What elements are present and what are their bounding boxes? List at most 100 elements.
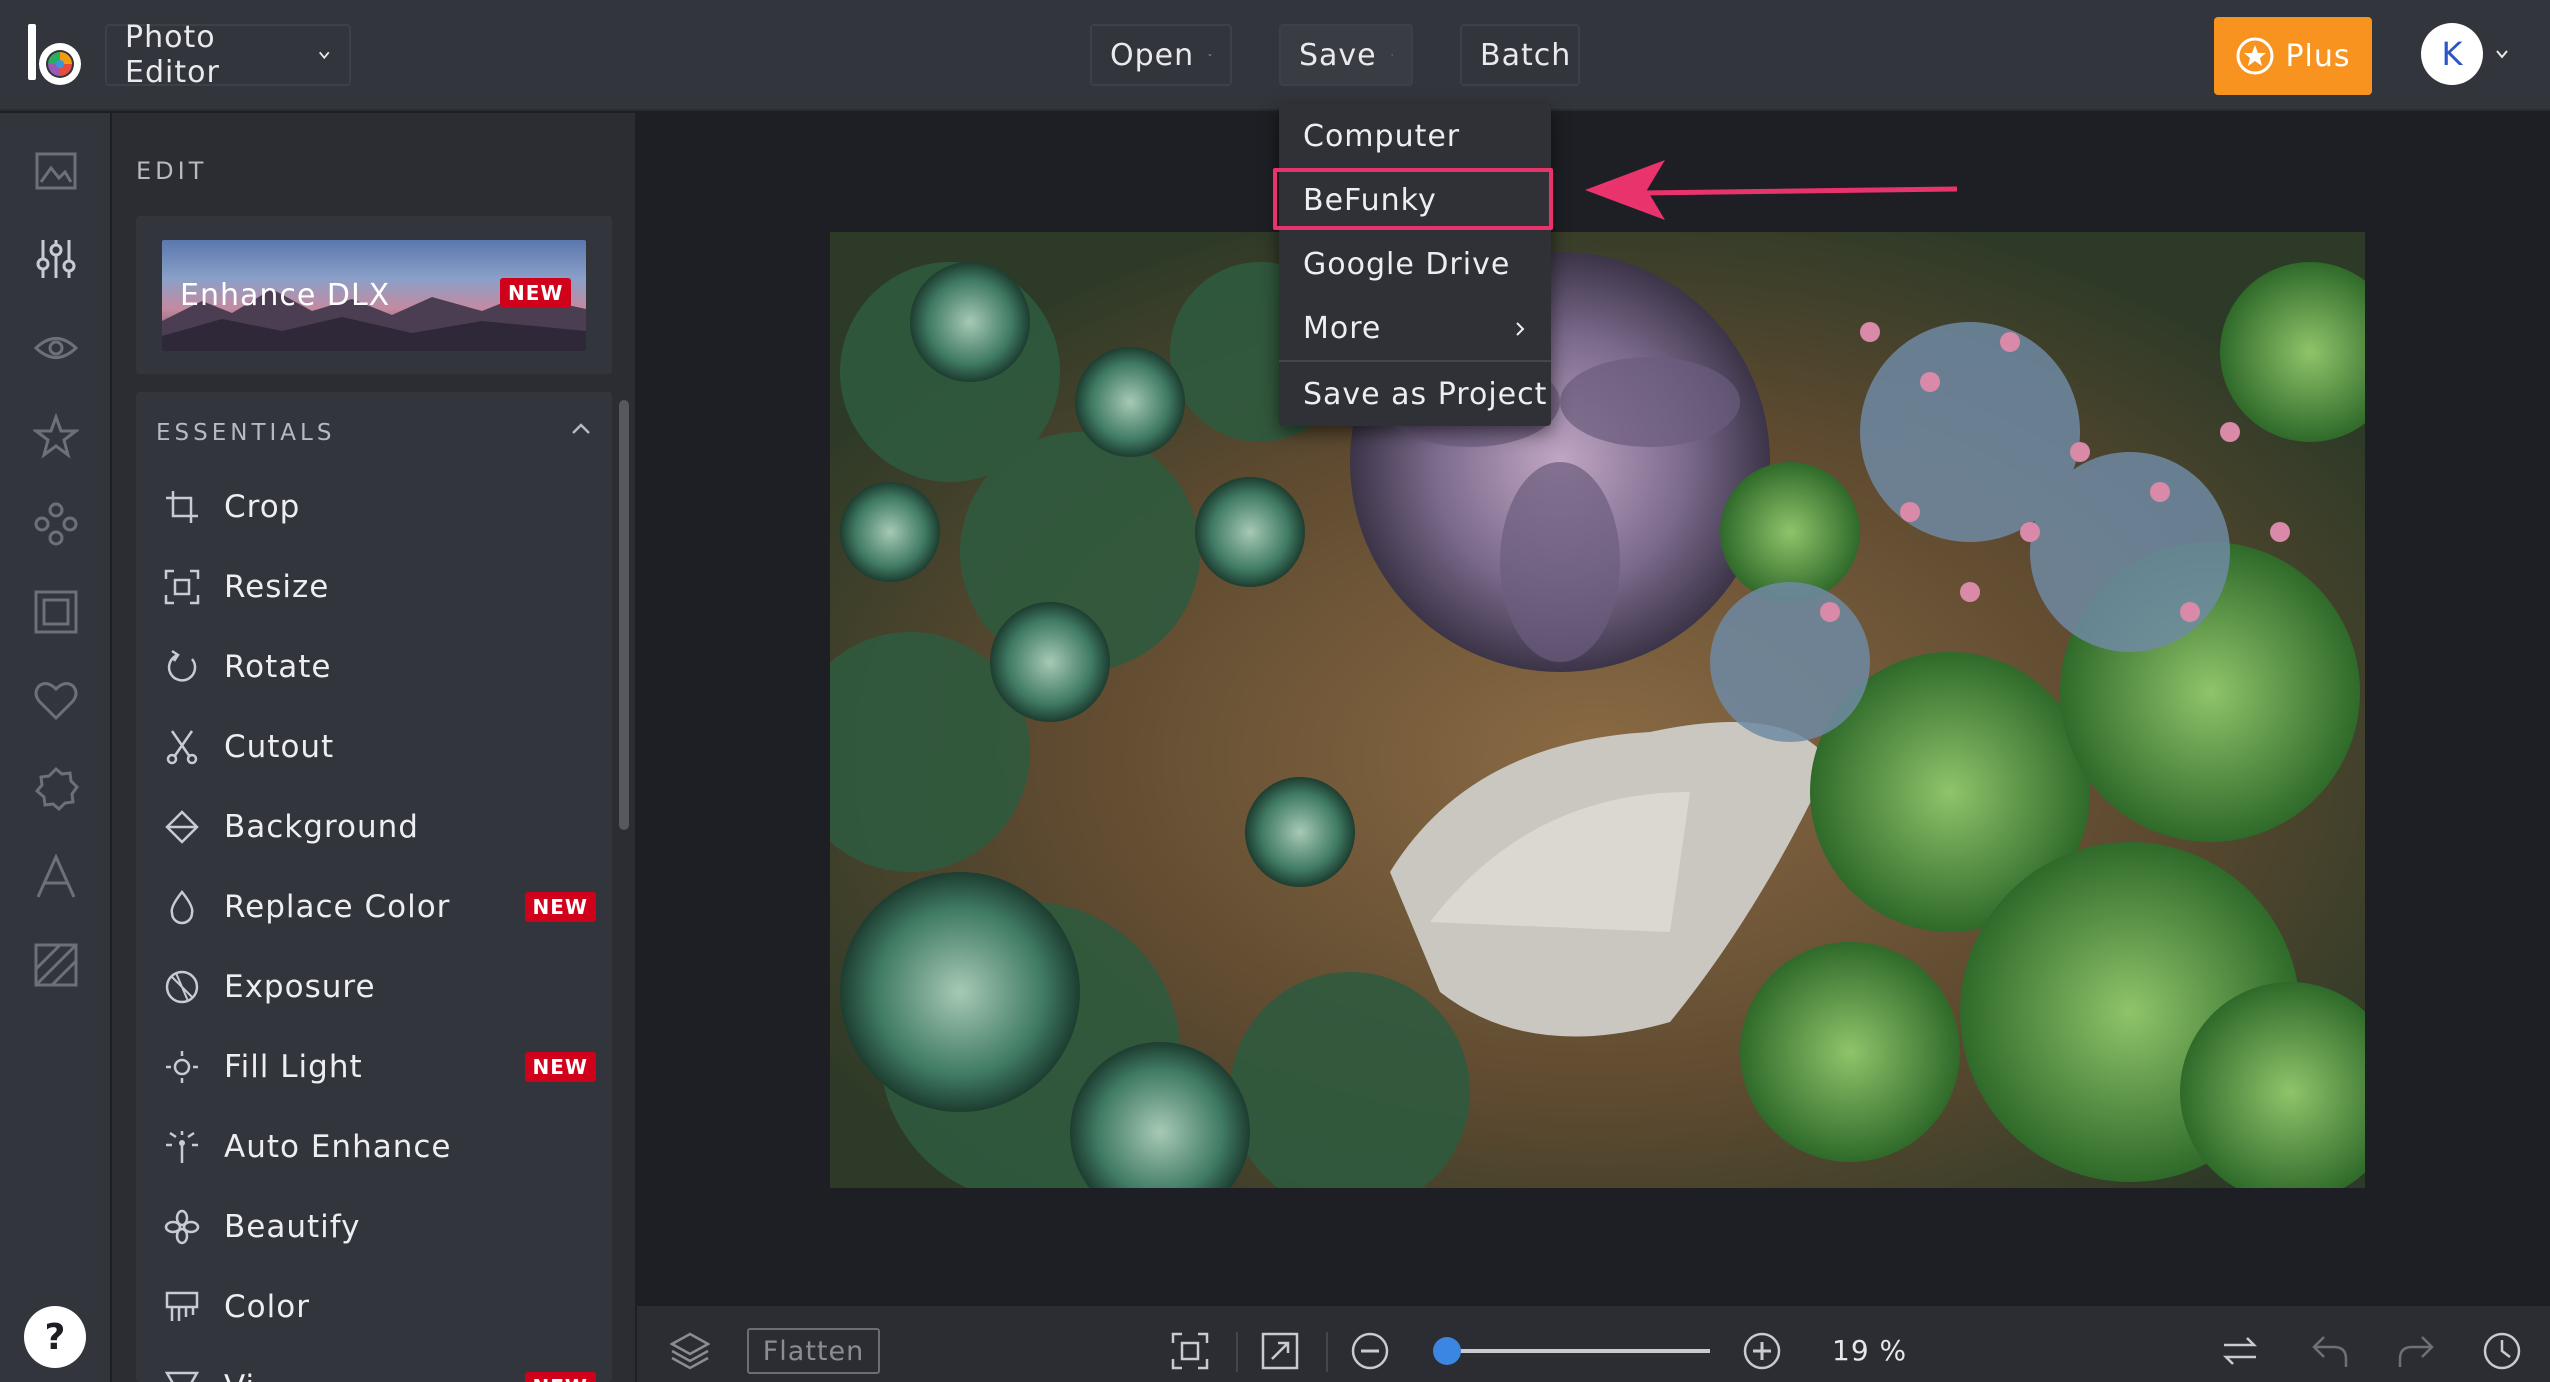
avatar[interactable]: K — [2421, 23, 2483, 85]
open-label: Open — [1110, 37, 1195, 73]
menu-item-google-drive[interactable]: Google Drive — [1279, 234, 1551, 294]
new-badge: NEW — [524, 1052, 596, 1082]
tool-fill-light[interactable]: Fill Light NEW — [136, 1032, 612, 1102]
undo-icon[interactable] — [2310, 1331, 2350, 1371]
app-menu-button[interactable]: Photo Editor — [105, 20, 351, 90]
bottom-toolbar — [637, 1306, 2550, 1382]
essentials-heading: ESSENTIALS — [156, 420, 336, 446]
panel-heading: EDIT — [136, 157, 208, 185]
tool-label: Beautify — [224, 1209, 361, 1245]
photo-canvas[interactable] — [830, 232, 2365, 1188]
tool-label: Cutout — [224, 729, 335, 765]
chevron-right-icon — [1516, 322, 1525, 336]
vignette-icon — [164, 1371, 200, 1382]
flower-icon — [164, 1209, 200, 1245]
save-dropdown-menu: Computer BeFunky Google Drive More Save … — [1279, 104, 1551, 426]
question-icon: ? — [44, 1316, 66, 1358]
tool-auto-enhance[interactable]: Auto Enhance — [136, 1112, 612, 1182]
flatten-label: Flatten — [762, 1335, 865, 1367]
eraser-icon — [165, 810, 199, 844]
panel-scrollbar[interactable] — [619, 400, 629, 830]
color-swatch-icon — [165, 1291, 199, 1321]
tool-beautify[interactable]: Beautify — [136, 1192, 612, 1262]
tool-label: Auto Enhance — [224, 1129, 452, 1165]
tool-vignette[interactable]: Vi NEW — [136, 1352, 612, 1382]
history-icon[interactable] — [2482, 1331, 2522, 1371]
sliders-icon[interactable] — [33, 236, 79, 282]
tool-crop[interactable]: Crop — [136, 472, 612, 542]
menu-item-save-as-project[interactable]: Save as Project — [1279, 364, 1551, 424]
effects-icon[interactable] — [33, 501, 79, 547]
toolbar-divider — [1326, 1332, 1328, 1372]
tool-background[interactable]: Background — [136, 792, 612, 862]
help-button[interactable]: ? — [24, 1306, 86, 1368]
tool-replace-color[interactable]: Replace Color NEW — [136, 872, 612, 942]
tool-label: Color — [224, 1289, 310, 1325]
redo-icon[interactable] — [2396, 1331, 2436, 1371]
exposure-icon — [165, 970, 199, 1004]
pointer-arrow-icon — [1585, 160, 1957, 220]
tool-resize[interactable]: Resize — [136, 552, 612, 622]
zoom-slider-handle[interactable] — [1432, 1337, 1461, 1365]
zoom-in-icon[interactable] — [1742, 1331, 1782, 1371]
tool-cutout[interactable]: Cutout — [136, 712, 612, 782]
magic-wand-icon — [166, 1131, 198, 1163]
new-badge: NEW — [524, 892, 596, 922]
image-icon[interactable] — [33, 148, 79, 194]
tool-label: Exposure — [224, 969, 376, 1005]
zoom-out-icon[interactable] — [1350, 1331, 1390, 1371]
eye-icon[interactable] — [33, 325, 79, 371]
save-button[interactable]: Save — [1279, 24, 1413, 86]
zoom-level: 19 % — [1832, 1334, 1908, 1367]
star-icon[interactable] — [33, 413, 79, 459]
sun-icon — [166, 1051, 198, 1083]
enhance-dlx-label: Enhance DLX — [180, 278, 391, 313]
tool-label: Fill Light — [224, 1049, 363, 1085]
enhance-dlx-banner[interactable]: Enhance DLX NEW — [162, 240, 586, 351]
tool-exposure[interactable]: Exposure — [136, 952, 612, 1022]
star-badge-icon — [2236, 37, 2274, 75]
left-icon-rail — [0, 113, 110, 1382]
chevron-up-icon[interactable] — [570, 422, 592, 436]
zoom-slider-track[interactable] — [1436, 1349, 1710, 1353]
plus-upgrade-button[interactable]: Plus — [2214, 17, 2372, 95]
chevron-down-icon — [1390, 54, 1393, 56]
save-label: Save — [1299, 37, 1377, 73]
succulent-photo — [830, 232, 2365, 1188]
open-button[interactable]: Open — [1090, 24, 1232, 86]
menu-item-label: Google Drive — [1303, 246, 1511, 282]
droplet-icon — [170, 889, 194, 925]
avatar-initial: K — [2441, 35, 2463, 73]
new-badge: NEW — [524, 1372, 596, 1382]
chevron-down-icon — [1208, 54, 1212, 57]
texture-icon[interactable] — [33, 942, 79, 988]
plus-label: Plus — [2285, 38, 2351, 74]
chevron-down-icon — [318, 51, 329, 60]
fit-screen-icon[interactable] — [1170, 1331, 1210, 1371]
rotate-icon — [167, 649, 197, 682]
chevron-down-icon[interactable] — [2494, 46, 2510, 62]
tool-label: Resize — [224, 569, 330, 605]
layers-icon[interactable] — [670, 1330, 710, 1370]
crop-icon — [166, 491, 198, 523]
scissors-icon — [166, 730, 198, 765]
batch-button[interactable]: Batch — [1460, 24, 1580, 86]
badge-icon[interactable] — [33, 766, 79, 812]
compare-icon[interactable] — [2220, 1331, 2260, 1371]
tool-label: Background — [224, 809, 419, 845]
befunky-logo[interactable] — [24, 22, 88, 88]
text-icon[interactable] — [33, 854, 79, 900]
flatten-button[interactable]: Flatten — [747, 1328, 880, 1374]
actual-size-icon[interactable] — [1260, 1331, 1300, 1371]
heart-icon[interactable] — [33, 677, 79, 723]
tool-rotate[interactable]: Rotate — [136, 632, 612, 702]
highlight-box — [1273, 168, 1553, 230]
tool-label: Replace Color — [224, 889, 451, 925]
menu-item-more[interactable]: More — [1279, 298, 1551, 358]
frame-icon[interactable] — [33, 589, 79, 635]
resize-icon — [164, 569, 200, 605]
menu-item-computer[interactable]: Computer — [1279, 106, 1551, 166]
tool-color[interactable]: Color — [136, 1272, 612, 1342]
menu-item-label: Save as Project — [1303, 376, 1548, 412]
essentials-section: ESSENTIALS Crop Resize Rotate Cutout Bac… — [136, 392, 612, 1382]
